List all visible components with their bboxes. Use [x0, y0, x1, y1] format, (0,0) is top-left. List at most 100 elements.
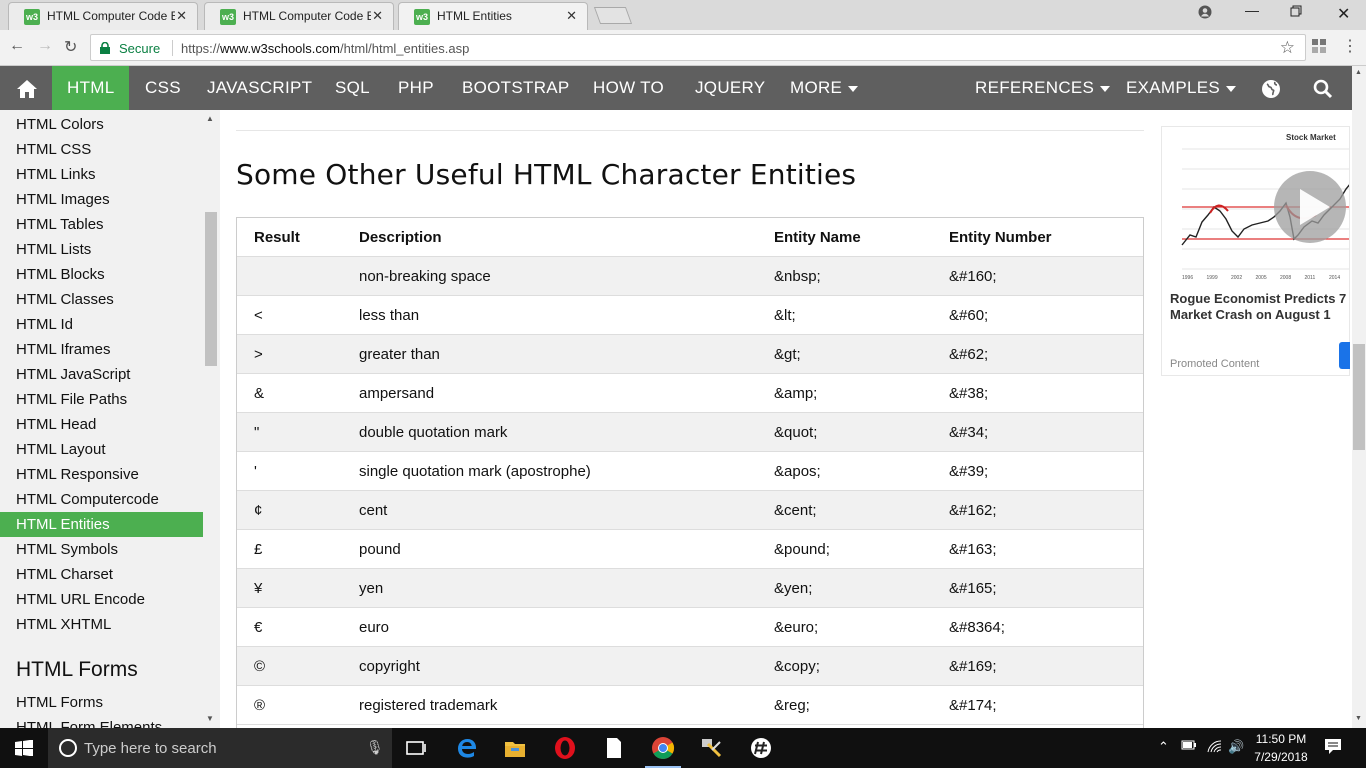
page-scroll-up-icon[interactable]: ▲: [1355, 69, 1362, 76]
nav-how-to[interactable]: HOW TO: [578, 66, 679, 110]
sidebar-item[interactable]: HTML Form Elements: [0, 715, 203, 728]
address-bar-row: ← → ↻ Secure https://www.w3schools.com/h…: [0, 30, 1366, 66]
sidebar-item[interactable]: HTML Entities: [0, 512, 203, 537]
ad-panel[interactable]: Stock Market 1996 1999 2002 2005 2008 2011 201…: [1161, 126, 1350, 376]
sidebar-item[interactable]: HTML Charset: [0, 562, 203, 587]
new-tab-button[interactable]: [593, 7, 633, 24]
sidebar-item[interactable]: HTML Lists: [0, 237, 203, 262]
sidebar-item[interactable]: HTML URL Encode: [0, 587, 203, 612]
nav-bootstrap[interactable]: BOOTSTRAP: [447, 66, 585, 110]
chrome-icon[interactable]: [651, 736, 675, 760]
nav-javascript[interactable]: JAVASCRIPT: [192, 66, 327, 110]
table-row: " double quotation mark &quot; &#34;: [237, 413, 1143, 452]
table-cell: ampersand: [359, 385, 435, 402]
top-navigation: HTML CSS JAVASCRIPT SQL PHP BOOTSTRAP HOW TO JQ…: [0, 66, 1352, 110]
sidebar-item[interactable]: HTML Tables: [0, 212, 203, 237]
sidebar-item[interactable]: HTML File Paths: [0, 387, 203, 412]
ad-chart-year-label: 2005: [1256, 275, 1267, 281]
table-cell: ': [254, 463, 257, 480]
table-row: ¥ yen &yen; &#165;: [237, 569, 1143, 608]
minimize-icon[interactable]: —: [1245, 2, 1259, 18]
volume-icon[interactable]: 🔊: [1228, 739, 1244, 755]
browser-tab[interactable]: w3 HTML Computer Code Ele ✕: [8, 2, 198, 30]
back-icon[interactable]: ←: [9, 37, 25, 55]
profile-icon[interactable]: [1198, 5, 1212, 22]
nav-php[interactable]: PHP: [383, 66, 449, 110]
task-view-icon[interactable]: [404, 736, 428, 760]
clock-time: 11:50 PM: [1255, 732, 1307, 746]
slack-icon[interactable]: [749, 736, 773, 760]
browser-menu-icon[interactable]: ⋮: [1342, 36, 1358, 56]
wifi-icon[interactable]: [1207, 739, 1223, 756]
url-field[interactable]: Secure https://www.w3schools.com/html/ht…: [90, 34, 1306, 61]
tools-icon[interactable]: [700, 736, 724, 760]
sidebar-item[interactable]: HTML Images: [0, 187, 203, 212]
nav-html[interactable]: HTML: [52, 66, 130, 110]
page-scroll-down-icon[interactable]: ▼: [1355, 715, 1362, 722]
nav-jquery[interactable]: JQUERY: [680, 66, 780, 110]
globe-icon[interactable]: [1246, 66, 1296, 110]
edge-browser-icon[interactable]: [455, 736, 479, 760]
scroll-down-arrow-icon[interactable]: ▼: [206, 714, 214, 723]
home-icon[interactable]: [2, 66, 52, 110]
sidebar-item[interactable]: HTML Colors: [0, 112, 203, 137]
window-close-icon[interactable]: ✕: [1337, 4, 1350, 24]
document-icon[interactable]: [602, 736, 626, 760]
opera-icon[interactable]: [553, 736, 577, 760]
notifications-icon[interactable]: [1324, 737, 1342, 758]
ad-cta-button[interactable]: [1339, 342, 1350, 369]
sidebar-scrollbar[interactable]: [204, 110, 218, 728]
windows-start-icon[interactable]: [15, 739, 33, 757]
taskbar-clock[interactable]: 11:50 PM 7/29/2018: [1246, 730, 1316, 766]
tab-close-icon[interactable]: ✕: [176, 8, 187, 24]
microphone-icon[interactable]: 🎙: [366, 739, 384, 756]
nav-css[interactable]: CSS: [130, 66, 196, 110]
table-row: © copyright &copy; &#169;: [237, 647, 1143, 686]
scroll-up-arrow-icon[interactable]: ▲: [206, 114, 214, 123]
sidebar-item[interactable]: HTML Id: [0, 312, 203, 337]
sidebar-item[interactable]: HTML Forms: [0, 690, 203, 715]
nav-more[interactable]: MORE: [775, 66, 873, 110]
page-scrollbar-thumb[interactable]: [1353, 344, 1365, 450]
tab-close-icon[interactable]: ✕: [372, 8, 383, 24]
browser-tab[interactable]: w3 HTML Computer Code Ele ✕: [204, 2, 394, 30]
clock-date: 7/29/2018: [1254, 750, 1308, 764]
sidebar-item[interactable]: HTML Responsive: [0, 462, 203, 487]
sidebar-item[interactable]: HTML Blocks: [0, 262, 203, 287]
sidebar-item[interactable]: HTML Symbols: [0, 537, 203, 562]
sidebar-item[interactable]: HTML Computercode: [0, 487, 203, 512]
table-row: ' single quotation mark (apostrophe) &apos…: [237, 452, 1143, 491]
sidebar-scrollbar-thumb[interactable]: [205, 212, 217, 366]
show-hidden-icons-icon[interactable]: ⌃: [1158, 739, 1169, 755]
sidebar-item[interactable]: HTML Iframes: [0, 337, 203, 362]
file-explorer-icon[interactable]: [503, 736, 527, 760]
reload-icon[interactable]: ↻: [64, 37, 77, 57]
nav-references[interactable]: REFERENCES: [960, 66, 1125, 110]
nav-sql[interactable]: SQL: [320, 66, 385, 110]
sidebar-item[interactable]: HTML Classes: [0, 287, 203, 312]
sidebar-item[interactable]: HTML Links: [0, 162, 203, 187]
ad-chart-year-label: 1999: [1207, 275, 1218, 281]
sidebar-item[interactable]: HTML Layout: [0, 437, 203, 462]
sidebar-item[interactable]: HTML XHTML: [0, 612, 203, 637]
battery-icon[interactable]: [1181, 739, 1197, 754]
sidebar-item[interactable]: HTML JavaScript: [0, 362, 203, 387]
sidebar-item[interactable]: HTML Head: [0, 412, 203, 437]
table-cell: yen: [359, 580, 384, 597]
nav-label: MORE: [790, 78, 843, 97]
table-cell: &#39;: [949, 463, 989, 480]
maximize-icon[interactable]: [1290, 4, 1302, 20]
table-row: > greater than &gt; &#62;: [237, 335, 1143, 374]
ad-headline[interactable]: Rogue Economist Predicts 7 Market Crash …: [1170, 291, 1350, 323]
nav-examples[interactable]: EXAMPLES: [1111, 66, 1251, 110]
bookmark-star-icon[interactable]: ☆: [1280, 38, 1295, 58]
search-icon[interactable]: [1298, 66, 1348, 110]
taskbar-search-box[interactable]: Type here to search 🎙: [48, 728, 392, 768]
extension-icon[interactable]: [1311, 38, 1326, 53]
sidebar-item[interactable]: HTML CSS: [0, 137, 203, 162]
forward-icon[interactable]: →: [37, 37, 53, 55]
table-cell: &quot;: [774, 424, 818, 441]
browser-tab[interactable]: w3 HTML Entities ✕: [398, 2, 588, 30]
tab-close-icon[interactable]: ✕: [566, 8, 577, 24]
ad-promoted-label: Promoted Content: [1170, 358, 1260, 370]
